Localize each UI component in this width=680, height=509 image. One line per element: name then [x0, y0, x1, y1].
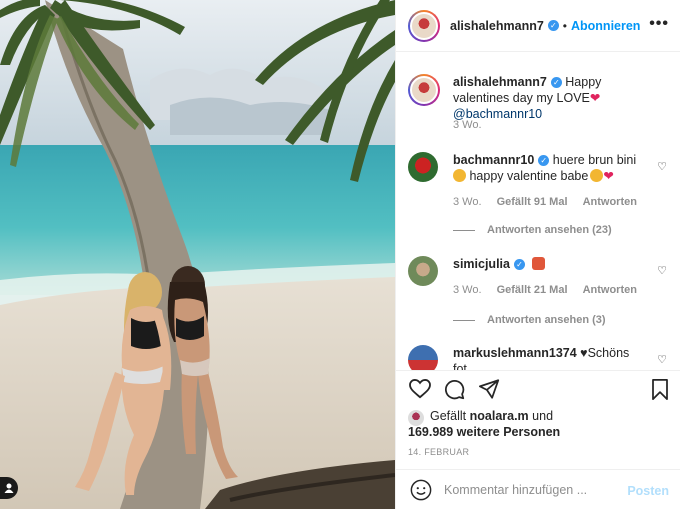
- tongue-emoji-icon: [453, 169, 466, 182]
- comment-icon[interactable]: [444, 379, 465, 400]
- user-icon: [4, 483, 14, 493]
- share-icon[interactable]: [479, 379, 500, 399]
- more-options-icon[interactable]: •••: [649, 16, 669, 32]
- bookmark-icon[interactable]: [651, 379, 669, 400]
- comment-meta: 3 Wo. Gefällt 21 Mal Antworten: [453, 284, 649, 296]
- like-comment-heart-icon[interactable]: ♡: [657, 160, 667, 173]
- caption-text: alishalehmann7 ✓ Happy valentines day my …: [453, 74, 643, 122]
- author-avatar[interactable]: [408, 9, 440, 42]
- commenter-avatar[interactable]: [408, 345, 438, 370]
- comment-text: markuslehmann1374 ♥Schöns fot: [453, 345, 653, 370]
- post-date: 14. FEBRUAR: [408, 447, 470, 457]
- black-heart-icon: ♥: [580, 346, 588, 360]
- caption-username[interactable]: alishalehmann7: [453, 75, 547, 89]
- verified-badge-icon: ✓: [550, 77, 562, 89]
- follow-button[interactable]: Abonnieren: [571, 19, 640, 33]
- author-username[interactable]: alishalehmann7: [450, 19, 544, 33]
- view-replies-button[interactable]: Antworten ansehen (23): [453, 224, 612, 236]
- liker-username[interactable]: noalara.m: [470, 409, 529, 423]
- like-comment-heart-icon[interactable]: ♡: [657, 353, 667, 366]
- caption-time: 3 Wo.: [453, 119, 482, 131]
- comment-time: 3 Wo.: [453, 284, 482, 296]
- post-sidebar: alishalehmann7 ✓ • Abonnieren ••• alisha…: [395, 0, 680, 509]
- comment-body: huere brun bini: [552, 153, 637, 167]
- comments-list[interactable]: alishalehmann7 ✓ Happy valentines day my …: [396, 52, 680, 370]
- comment-body-2: happy valentine babe: [469, 169, 589, 183]
- likes-line-1: Gefällt noalara.m und: [430, 409, 553, 423]
- add-comment-bar: Kommentar hinzufügen ... Posten: [396, 469, 680, 509]
- comment-item: simicjulia ✓ ♡ 3 Wo. Gefällt 21 Mal Antwo…: [408, 256, 673, 336]
- comment-likes[interactable]: Gefällt 91 Mal: [497, 196, 568, 208]
- reply-button[interactable]: Antworten: [583, 284, 637, 296]
- comment-input[interactable]: Kommentar hinzufügen ...: [444, 483, 619, 497]
- red-heart-icon: ❤: [603, 169, 614, 183]
- verified-badge-icon: ✓: [513, 259, 525, 271]
- comment-item: markuslehmann1374 ♥Schöns fot ♡: [408, 345, 673, 370]
- liker-avatar[interactable]: [408, 410, 424, 426]
- comment-meta: 3 Wo. Gefällt 91 Mal Antworten: [453, 196, 649, 208]
- view-replies-label: Antworten ansehen (23): [487, 224, 612, 236]
- comment-username[interactable]: markuslehmann1374: [453, 346, 577, 360]
- view-replies-button[interactable]: Antworten ansehen (3): [453, 314, 606, 326]
- comment-body-2: fot: [453, 362, 467, 370]
- like-comment-heart-icon[interactable]: ♡: [657, 264, 667, 277]
- separator-dot: •: [562, 18, 567, 33]
- verified-badge-icon: ✓: [538, 155, 550, 167]
- reply-button[interactable]: Antworten: [583, 196, 637, 208]
- verified-badge-icon: ✓: [547, 20, 559, 31]
- post-comment-button[interactable]: Posten: [627, 484, 669, 498]
- likes-count[interactable]: 169.989 weitere Personen: [408, 425, 560, 439]
- caption-avatar[interactable]: [408, 74, 440, 106]
- caption-meta: 3 Wo.: [453, 119, 494, 131]
- heart-icon[interactable]: [409, 379, 431, 399]
- comment-time: 3 Wo.: [453, 196, 482, 208]
- beach-photo: [0, 0, 395, 509]
- monkey-emoji-icon: [532, 257, 546, 270]
- comment-username[interactable]: bachmannr10: [453, 153, 534, 167]
- comment-text: bachmannr10 ✓ huere brun bini happy valen…: [453, 152, 643, 184]
- post-header: alishalehmann7 ✓ • Abonnieren •••: [396, 0, 680, 52]
- comment-username[interactable]: simicjulia: [453, 257, 510, 271]
- post-image[interactable]: [0, 0, 395, 509]
- caption: alishalehmann7 ✓ Happy valentines day my …: [408, 74, 673, 134]
- comment-likes[interactable]: Gefällt 21 Mal: [497, 284, 568, 296]
- comment-text: simicjulia ✓: [453, 256, 643, 272]
- commenter-avatar[interactable]: [408, 256, 438, 286]
- likes-suffix: und: [532, 409, 554, 423]
- view-replies-label: Antworten ansehen (3): [487, 314, 606, 326]
- heart-eyes-emoji-icon: [590, 169, 604, 182]
- red-heart-icon: ❤: [589, 91, 601, 105]
- commenter-avatar[interactable]: [408, 152, 438, 182]
- likes-prefix: Gefällt: [430, 409, 467, 423]
- likes-summary: Gefällt noalara.m und 169.989 weitere Pe…: [408, 407, 673, 441]
- smiley-icon[interactable]: [410, 479, 432, 501]
- comment-body: Schöns: [587, 346, 630, 360]
- action-bar: [396, 370, 680, 406]
- comment-item: bachmannr10 ✓ huere brun bini happy valen…: [408, 152, 673, 242]
